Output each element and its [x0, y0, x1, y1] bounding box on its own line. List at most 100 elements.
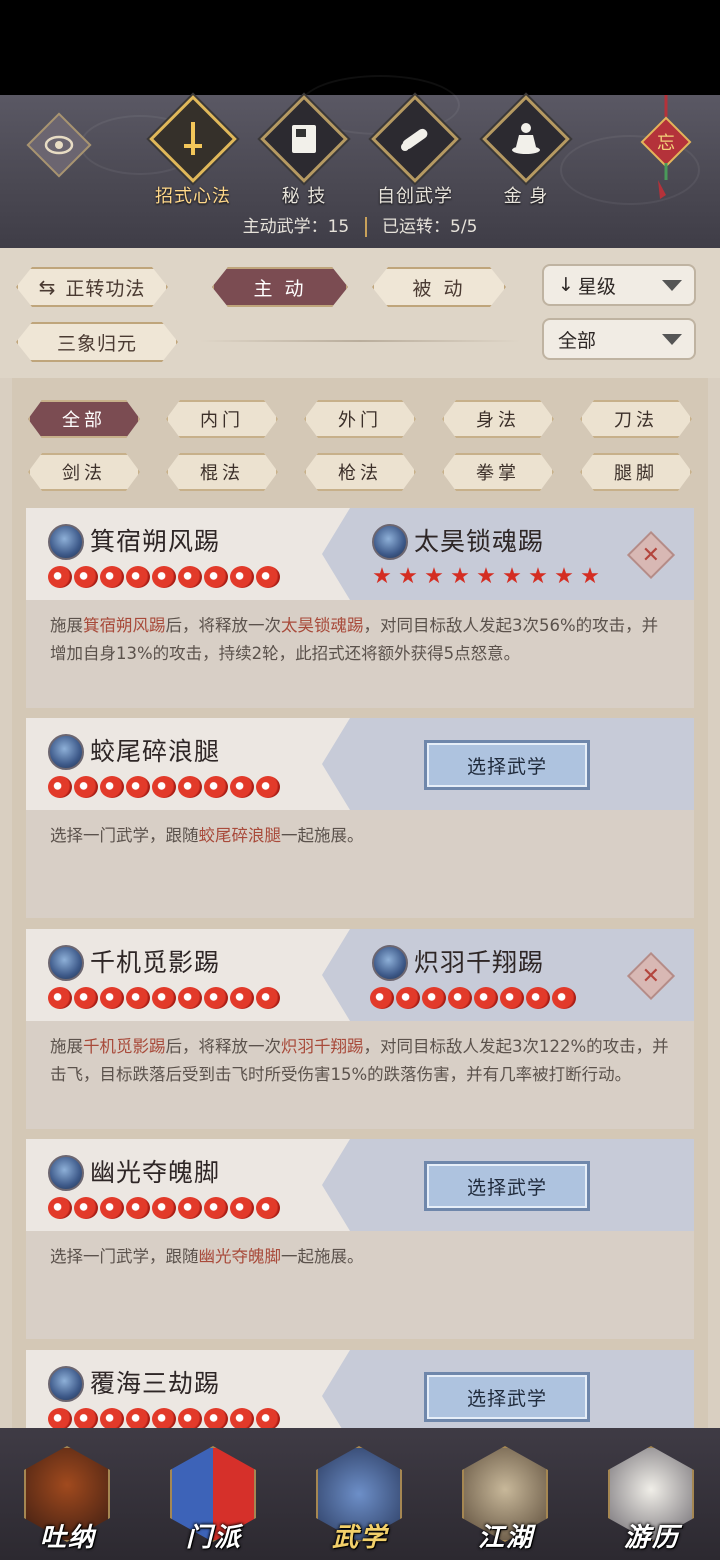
skill-rating	[48, 776, 280, 798]
nav-tuna[interactable]: 吐纳	[18, 1440, 118, 1558]
sanxiang-button[interactable]: 三象归元	[16, 322, 178, 362]
flame-icon	[152, 1408, 176, 1428]
nav-wuxue[interactable]: 武学	[310, 1440, 410, 1558]
skill-icon	[48, 1366, 84, 1402]
flame-icon	[178, 566, 202, 588]
flame-icon	[204, 1408, 228, 1428]
partner-skill-name: 炽羽千翔踢	[414, 948, 545, 977]
skill-name: 箕宿朔风踢	[90, 527, 221, 556]
flame-icon	[74, 566, 98, 588]
select-skill-button[interactable]: 选择武学	[424, 1372, 590, 1422]
flame-icon	[100, 776, 124, 798]
category-dropdown[interactable]: 全部	[542, 318, 696, 360]
flame-icon	[152, 987, 176, 1009]
flame-icon	[74, 1408, 98, 1428]
zhengzhuan-button[interactable]: ⇆ 正转功法	[16, 267, 168, 307]
skill-rating	[48, 1408, 280, 1428]
star-icon: ★	[580, 564, 600, 589]
flame-icon	[204, 776, 228, 798]
tab-zichuang[interactable]: 自创武学	[365, 95, 465, 208]
sort-down-icon: ↓	[558, 274, 574, 296]
select-skill-button[interactable]: 选择武学	[424, 740, 590, 790]
flame-icon	[230, 566, 254, 588]
skill-name: 覆海三劫踢	[90, 1369, 221, 1398]
filter-gunfa[interactable]: 棍法	[166, 453, 278, 491]
tab-miji[interactable]: 秘 技	[254, 95, 354, 208]
flame-icon	[230, 776, 254, 798]
flame-icon	[100, 1408, 124, 1428]
filter-quanzhang[interactable]: 拳掌	[442, 453, 554, 491]
skill-description: 施展箕宿朔风踢后，将释放一次太昊锁魂踢，对同目标敌人发起3次56%的攻击，并增加…	[26, 600, 694, 708]
flame-icon	[396, 987, 420, 1009]
flame-icon	[552, 987, 576, 1009]
flame-icon	[230, 987, 254, 1009]
skill-icon	[48, 945, 84, 981]
zhudong-button[interactable]: 主 动	[212, 267, 348, 307]
tab-jinshen[interactable]: 金 身	[476, 95, 576, 208]
status-line: 主动武学：15 已运转：5/5	[0, 212, 720, 237]
filter-neimen[interactable]: 内门	[166, 400, 278, 438]
nav-jianghu[interactable]: 江湖	[456, 1440, 556, 1558]
skill-card[interactable]: 幽光夺魄脚 选择武学 选择一门武学，跟随幽光夺魄脚一起施展。	[26, 1139, 694, 1339]
skill-card[interactable]: 千机觅影踢 炽羽千翔踢 ✕ 施展千机觅影踢后，将释放一次炽羽千翔踢，对同目标敌人…	[26, 929, 694, 1129]
skill-icon	[48, 524, 84, 560]
skill-card[interactable]: 蛟尾碎浪腿 选择武学 选择一门武学，跟随蛟尾碎浪腿一起施展。	[26, 718, 694, 918]
flame-icon	[48, 776, 72, 798]
flame-icon	[256, 1197, 280, 1219]
skill-icon	[48, 1155, 84, 1191]
flame-icon	[100, 987, 124, 1009]
filter-daofa[interactable]: 刀法	[580, 400, 692, 438]
flame-icon	[370, 987, 394, 1009]
nav-youli[interactable]: 游历	[602, 1440, 702, 1558]
charm-button[interactable]: 忘	[640, 95, 692, 205]
skill-card[interactable]: 箕宿朔风踢 太昊锁魂踢 ★ ★ ★ ★ ★ ★ ★ ★ ★ ✕ 施展箕宿朔风踢后，将释放一次太昊…	[26, 508, 694, 708]
flame-icon	[126, 987, 150, 1009]
flame-icon	[256, 776, 280, 798]
flame-icon	[100, 566, 124, 588]
close-icon: ✕	[641, 542, 661, 568]
flame-icon	[152, 1197, 176, 1219]
star-icon: ★	[528, 564, 548, 589]
star-icon: ★	[450, 564, 470, 589]
beidong-button[interactable]: 被 动	[372, 267, 506, 307]
nav-menpai[interactable]: 门派	[164, 1440, 264, 1558]
flame-icon	[230, 1197, 254, 1219]
flame-icon	[178, 1408, 202, 1428]
run-count: 已运转：5/5	[382, 217, 478, 237]
star-icon: ★	[554, 564, 574, 589]
flame-icon	[126, 1197, 150, 1219]
filter-jianfa[interactable]: 剑法	[28, 453, 140, 491]
flame-icon	[74, 987, 98, 1009]
star-icon: ★	[476, 564, 496, 589]
flame-icon	[48, 1197, 72, 1219]
tab-label: 自创武学	[377, 186, 453, 207]
swap-icon: ⇆	[38, 275, 56, 299]
flame-icon	[230, 1408, 254, 1428]
flame-icon	[100, 1197, 124, 1219]
tab-zhaoshi[interactable]: 招式心法	[143, 95, 243, 208]
sort-dropdown[interactable]: ↓ 星级	[542, 264, 696, 306]
filter-tuijiao[interactable]: 腿脚	[580, 453, 692, 491]
flame-icon	[126, 566, 150, 588]
flame-icon	[126, 776, 150, 798]
star-icon: ★	[398, 564, 418, 589]
flame-icon	[256, 1408, 280, 1428]
flame-icon	[204, 987, 228, 1009]
flame-icon	[500, 987, 524, 1009]
flame-icon	[448, 987, 472, 1009]
flame-icon	[48, 566, 72, 588]
filter-quanbu[interactable]: 全部	[28, 400, 140, 438]
meditation-icon	[512, 123, 540, 154]
skill-card[interactable]: 覆海三劫踢 选择武学	[26, 1350, 694, 1428]
flame-icon	[204, 1197, 228, 1219]
star-icon: ★	[502, 564, 522, 589]
filter-qiangfa[interactable]: 枪法	[304, 453, 416, 491]
filter-waimen[interactable]: 外门	[304, 400, 416, 438]
skill-name: 幽光夺魄脚	[90, 1158, 221, 1187]
eye-icon	[44, 135, 74, 155]
select-skill-button[interactable]: 选择武学	[424, 1161, 590, 1211]
divider	[200, 340, 520, 342]
star-icon: ★	[424, 564, 444, 589]
skill-name: 蛟尾碎浪腿	[90, 737, 221, 766]
filter-shenfa[interactable]: 身法	[442, 400, 554, 438]
